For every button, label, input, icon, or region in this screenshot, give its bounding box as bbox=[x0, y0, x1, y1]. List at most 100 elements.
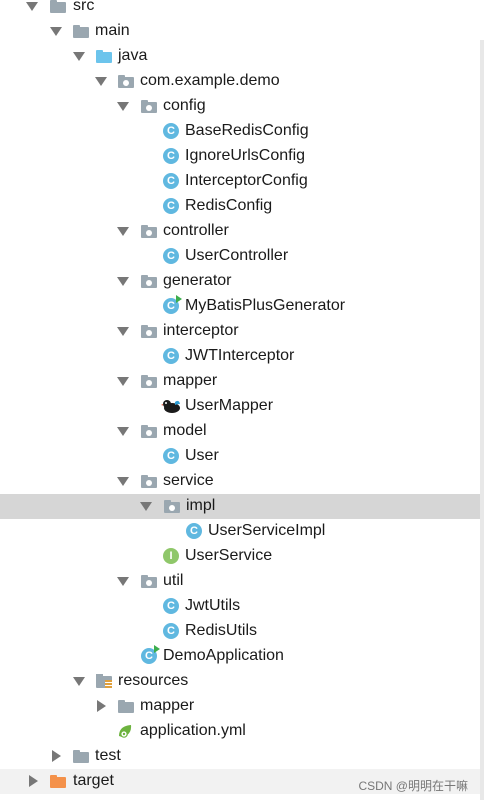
class-icon: C bbox=[163, 173, 179, 189]
collapse-arrow-icon[interactable] bbox=[29, 775, 38, 787]
tree-row-test[interactable]: test bbox=[0, 744, 484, 769]
package-icon bbox=[141, 575, 157, 588]
tree-row-generator[interactable]: generator bbox=[0, 269, 484, 294]
runnable-class-icon: C bbox=[163, 295, 182, 314]
tree-row-model[interactable]: model bbox=[0, 419, 484, 444]
tree-label: IgnoreUrlsConfig bbox=[185, 147, 306, 164]
tree-label: UserServiceImpl bbox=[208, 522, 326, 539]
tree-row-baseredisconfig[interactable]: C BaseRedisConfig bbox=[0, 119, 484, 144]
tree-row-package[interactable]: com.example.demo bbox=[0, 69, 484, 94]
tree-row-usercontroller[interactable]: C UserController bbox=[0, 244, 484, 269]
vertical-scrollbar[interactable] bbox=[480, 40, 484, 800]
expand-arrow-icon[interactable] bbox=[50, 27, 62, 36]
class-icon: C bbox=[163, 148, 179, 164]
tree-label: UserController bbox=[185, 247, 289, 264]
tree-label: RedisConfig bbox=[185, 197, 273, 214]
expand-arrow-icon[interactable] bbox=[117, 277, 129, 286]
tree-row-util[interactable]: util bbox=[0, 569, 484, 594]
tree-row-mybatisplusgenerator[interactable]: C MyBatisPlusGenerator bbox=[0, 294, 484, 319]
expand-arrow-icon[interactable] bbox=[95, 77, 107, 86]
tree-label: target bbox=[73, 772, 114, 789]
source-folder-icon bbox=[96, 50, 112, 63]
tree-row-redisconfig[interactable]: C RedisConfig bbox=[0, 194, 484, 219]
package-icon bbox=[141, 375, 157, 388]
tree-row-java[interactable]: java bbox=[0, 44, 484, 69]
tree-row-resources-mapper[interactable]: mapper bbox=[0, 694, 484, 719]
package-icon bbox=[141, 325, 157, 338]
expand-arrow-icon[interactable] bbox=[117, 577, 129, 586]
tree-row-user[interactable]: C User bbox=[0, 444, 484, 469]
expand-arrow-icon[interactable] bbox=[117, 327, 129, 336]
tree-row-jwtinterceptor[interactable]: C JWTInterceptor bbox=[0, 344, 484, 369]
tree-row-userserviceimpl[interactable]: C UserServiceImpl bbox=[0, 519, 484, 544]
resources-folder-icon bbox=[96, 674, 112, 688]
tree-row-demoapplication[interactable]: C DemoApplication bbox=[0, 644, 484, 669]
tree-label: UserMapper bbox=[185, 397, 274, 414]
tree-label: controller bbox=[163, 222, 229, 239]
excluded-folder-icon bbox=[50, 775, 66, 788]
tree-row-config[interactable]: config bbox=[0, 94, 484, 119]
interface-icon: I bbox=[163, 548, 179, 564]
tree-label: mapper bbox=[140, 697, 195, 714]
tree-row-resources[interactable]: resources bbox=[0, 669, 484, 694]
tree-label: UserService bbox=[185, 547, 273, 564]
expand-arrow-icon[interactable] bbox=[117, 227, 129, 236]
tree-label: RedisUtils bbox=[185, 622, 258, 639]
tree-row-userservice[interactable]: I UserService bbox=[0, 544, 484, 569]
tree-row-interceptor[interactable]: interceptor bbox=[0, 319, 484, 344]
folder-icon bbox=[50, 0, 66, 13]
expand-arrow-icon[interactable] bbox=[117, 427, 129, 436]
expand-arrow-icon[interactable] bbox=[26, 2, 38, 11]
tree-label: util bbox=[163, 572, 184, 589]
collapse-arrow-icon[interactable] bbox=[97, 700, 106, 712]
class-icon: C bbox=[163, 598, 179, 614]
spring-boot-class-icon: C bbox=[141, 645, 160, 664]
tree-label: BaseRedisConfig bbox=[185, 122, 309, 139]
class-icon: C bbox=[186, 523, 202, 539]
tree-row-redisutils[interactable]: C RedisUtils bbox=[0, 619, 484, 644]
expand-arrow-icon[interactable] bbox=[73, 52, 85, 61]
tree-row-controller[interactable]: controller bbox=[0, 219, 484, 244]
class-icon: C bbox=[163, 198, 179, 214]
class-icon: C bbox=[163, 348, 179, 364]
project-tree: src main java com.example.demo config C … bbox=[0, 0, 484, 803]
tree-label: interceptor bbox=[163, 322, 239, 339]
tree-label: resources bbox=[118, 672, 189, 689]
tree-label: config bbox=[163, 97, 206, 114]
expand-arrow-icon[interactable] bbox=[117, 377, 129, 386]
tree-row-interceptorconfig[interactable]: C InterceptorConfig bbox=[0, 169, 484, 194]
tree-label: impl bbox=[186, 497, 216, 514]
expand-arrow-icon[interactable] bbox=[117, 102, 129, 111]
expand-arrow-icon[interactable] bbox=[73, 677, 85, 686]
package-icon bbox=[141, 425, 157, 438]
tree-label: src bbox=[73, 0, 95, 14]
tree-label: InterceptorConfig bbox=[185, 172, 308, 189]
expand-arrow-icon[interactable] bbox=[117, 477, 129, 486]
collapse-arrow-icon[interactable] bbox=[52, 750, 61, 762]
tree-row-main[interactable]: main bbox=[0, 19, 484, 44]
tree-row-jwtutils[interactable]: C JwtUtils bbox=[0, 594, 484, 619]
tree-row-impl[interactable]: impl bbox=[0, 494, 484, 519]
package-icon bbox=[141, 100, 157, 113]
tree-label: service bbox=[163, 472, 214, 489]
tree-label: JwtUtils bbox=[185, 597, 241, 614]
watermark: CSDN @明明在干嘛 bbox=[358, 779, 468, 793]
tree-label: mapper bbox=[163, 372, 218, 389]
folder-icon bbox=[73, 25, 89, 38]
tree-label: main bbox=[95, 22, 130, 39]
class-icon: C bbox=[163, 123, 179, 139]
class-icon: C bbox=[163, 448, 179, 464]
tree-row-service[interactable]: service bbox=[0, 469, 484, 494]
tree-label: model bbox=[163, 422, 207, 439]
tree-row-ignoreurlsconfig[interactable]: C IgnoreUrlsConfig bbox=[0, 144, 484, 169]
tree-label: generator bbox=[163, 272, 232, 289]
tree-row-usermapper[interactable]: UserMapper bbox=[0, 394, 484, 419]
tree-label: test bbox=[95, 747, 121, 764]
tree-label: MyBatisPlusGenerator bbox=[185, 297, 346, 314]
expand-arrow-icon[interactable] bbox=[140, 502, 152, 511]
tree-row-src[interactable]: src bbox=[0, 0, 484, 19]
tree-row-mapper[interactable]: mapper bbox=[0, 369, 484, 394]
folder-icon bbox=[73, 750, 89, 763]
tree-row-application-yml[interactable]: application.yml bbox=[0, 719, 484, 744]
tree-label: com.example.demo bbox=[140, 72, 280, 89]
